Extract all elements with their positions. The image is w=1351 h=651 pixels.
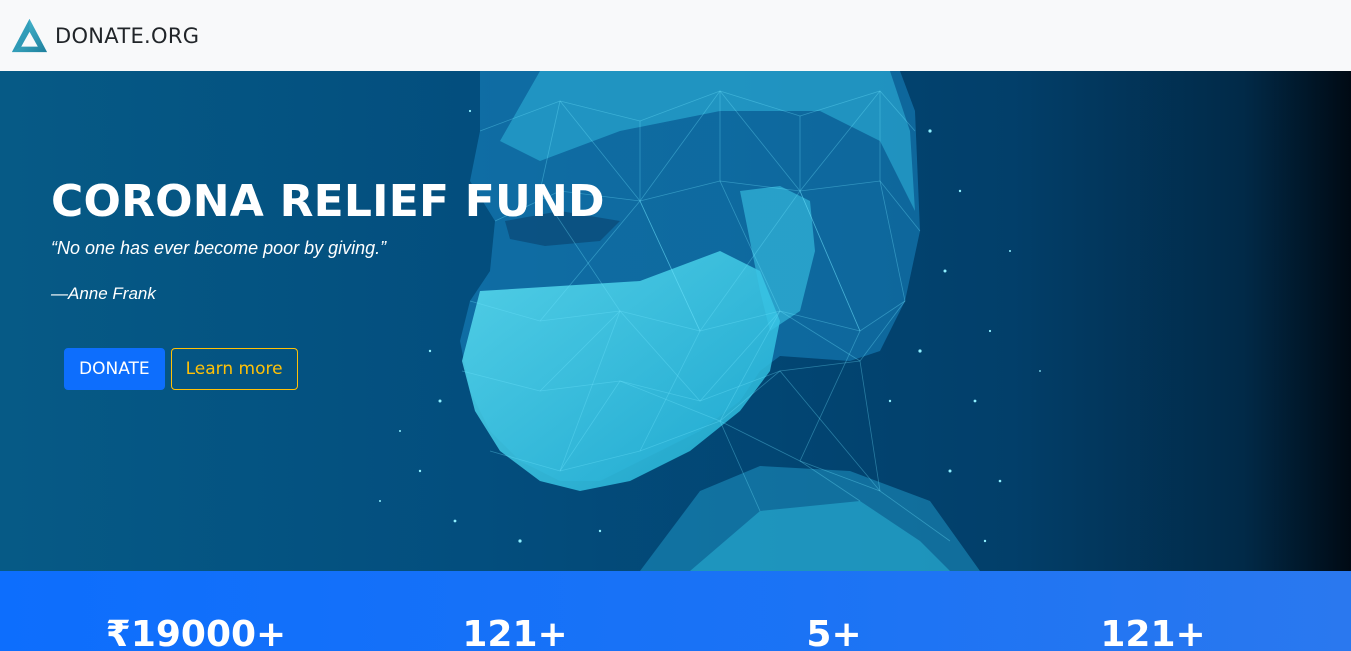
hero-quote: “No one has ever become poor by giving.” — [51, 238, 387, 259]
quote-author: —Anne Frank — [51, 284, 156, 304]
brand-name: DONATE.ORG — [55, 23, 200, 48]
stat-value: ₹19000+ — [105, 614, 287, 651]
navbar: DONATE.ORG — [0, 0, 1351, 71]
polygon-mesh-face-illustration — [0, 71, 1351, 571]
hero-actions: DONATE Learn more — [64, 348, 298, 390]
brand-link[interactable]: DONATE.ORG — [11, 17, 199, 54]
stat-value: 5+ — [806, 614, 862, 651]
hero-title: CORONA RELIEF FUND — [51, 176, 605, 227]
stats-section: ₹19000+ 121+ 5+ 121+ — [0, 571, 1351, 651]
learn-more-button[interactable]: Learn more — [170, 348, 298, 390]
triangle-logo-icon — [11, 17, 48, 54]
donate-button[interactable]: DONATE — [64, 348, 165, 390]
hero-content: CORONA RELIEF FUND “No one has ever beco… — [51, 176, 605, 304]
stat-value: 121+ — [1100, 614, 1206, 651]
hero-banner: CORONA RELIEF FUND “No one has ever beco… — [0, 71, 1351, 571]
stat-value: 121+ — [462, 614, 568, 651]
